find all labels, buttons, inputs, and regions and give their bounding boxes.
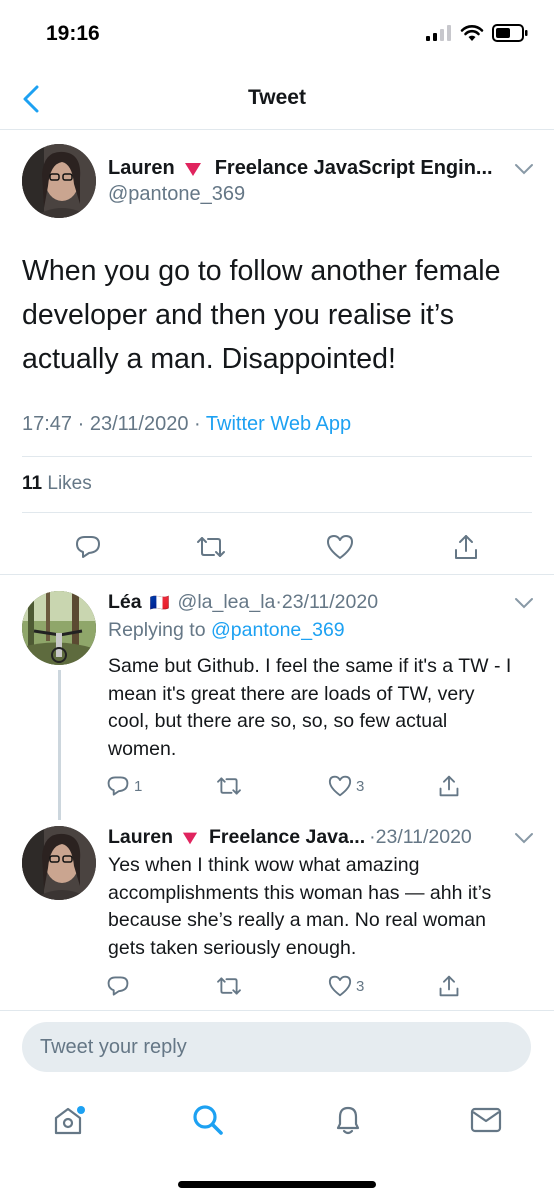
replying-label: Replying to bbox=[108, 619, 206, 641]
reply-avatar[interactable] bbox=[22, 826, 96, 900]
french-flag-icon: 🇫🇷 bbox=[149, 594, 170, 612]
section-divider bbox=[0, 574, 554, 575]
reply-input[interactable] bbox=[40, 1035, 531, 1059]
reply-button[interactable] bbox=[106, 970, 130, 1002]
reply-composer[interactable] bbox=[22, 1022, 531, 1072]
share-icon bbox=[455, 535, 477, 559]
envelope-icon bbox=[470, 1107, 502, 1133]
bell-icon bbox=[336, 1106, 360, 1135]
heart-icon bbox=[328, 975, 352, 997]
tab-home[interactable] bbox=[48, 1100, 88, 1140]
red-triangle-icon bbox=[182, 832, 198, 844]
author-name: Lauren bbox=[108, 157, 175, 179]
share-button[interactable] bbox=[446, 527, 486, 567]
like-count: 3 bbox=[356, 977, 365, 995]
tab-search[interactable] bbox=[188, 1100, 228, 1140]
section-divider bbox=[0, 1010, 554, 1011]
reply-actions: 3 bbox=[100, 970, 490, 1002]
share-icon bbox=[439, 775, 459, 797]
reply-icon bbox=[76, 536, 100, 558]
like-button[interactable]: 3 bbox=[328, 970, 364, 1002]
battery-icon bbox=[492, 24, 528, 42]
author-avatar[interactable] bbox=[22, 144, 96, 218]
retweet-button[interactable] bbox=[216, 970, 242, 1002]
tweet-time: 17:47 bbox=[22, 413, 73, 435]
likes-label: Likes bbox=[47, 473, 92, 494]
tweet-text: When you go to follow another female dev… bbox=[22, 255, 501, 375]
like-button[interactable]: 3 bbox=[328, 770, 364, 802]
tab-notifications[interactable] bbox=[328, 1100, 368, 1140]
red-triangle-icon bbox=[184, 162, 201, 176]
tweet-source[interactable]: Twitter Web App bbox=[206, 413, 351, 435]
reply-date: 23/11/2020 bbox=[281, 591, 379, 613]
tab-bar bbox=[0, 1090, 554, 1150]
thread-line bbox=[58, 670, 61, 820]
tweet-meta: 17:47 · 23/11/2020 · Twitter Web App bbox=[22, 413, 352, 435]
author-bio: Freelance JavaScript Engin... bbox=[214, 157, 493, 179]
home-indicator bbox=[178, 1181, 376, 1188]
divider bbox=[22, 456, 532, 457]
reply-button[interactable]: 1 bbox=[106, 770, 142, 802]
reply-author-name[interactable]: Lauren bbox=[108, 826, 173, 849]
divider bbox=[22, 512, 532, 513]
nav-bar: Tweet bbox=[0, 68, 554, 130]
likes-line[interactable]: 11 Likes bbox=[22, 473, 92, 495]
status-bar: 19:16 bbox=[0, 0, 554, 68]
share-button[interactable] bbox=[438, 770, 460, 802]
tab-messages[interactable] bbox=[466, 1100, 506, 1140]
reply-icon bbox=[107, 776, 129, 796]
signal-icon bbox=[426, 25, 451, 41]
tweet-actions bbox=[0, 527, 554, 567]
reply-header: Lauren Freelance Java... · 23/11/2020 bbox=[108, 826, 472, 849]
heart-icon bbox=[328, 775, 352, 797]
reply-author-bio: Freelance Java... bbox=[209, 826, 366, 848]
status-time: 19:16 bbox=[46, 22, 100, 45]
like-button[interactable] bbox=[320, 527, 360, 567]
chevron-down-icon[interactable] bbox=[514, 832, 534, 844]
retweet-icon bbox=[217, 777, 241, 795]
reply-text: Same but Github. I feel the same if it's… bbox=[108, 655, 512, 760]
page-title: Tweet bbox=[248, 86, 306, 109]
reply-header: Léa 🇫🇷 @la_lea_la · 23/11/2020 bbox=[108, 591, 379, 614]
likes-count: 11 bbox=[22, 473, 43, 494]
author-line[interactable]: Lauren Freelance JavaScript Engin... bbox=[108, 157, 514, 180]
status-icons bbox=[426, 24, 528, 42]
retweet-icon bbox=[197, 537, 225, 557]
reply-count: 1 bbox=[134, 777, 143, 795]
heart-icon bbox=[327, 535, 353, 559]
retweet-button[interactable] bbox=[191, 527, 231, 567]
chevron-down-icon[interactable] bbox=[514, 163, 534, 175]
reply-button[interactable] bbox=[68, 527, 108, 567]
reply-avatar[interactable] bbox=[22, 591, 96, 665]
reply-actions: 1 3 bbox=[100, 770, 490, 802]
reply-text: Yes when I think wow what amazing accomp… bbox=[108, 854, 492, 959]
tweet-date: 23/11/2020 bbox=[89, 413, 189, 435]
reply-handle[interactable]: @la_lea_la bbox=[178, 591, 276, 614]
wifi-icon bbox=[460, 25, 484, 41]
share-button[interactable] bbox=[438, 970, 460, 1002]
author-handle[interactable]: @pantone_369 bbox=[108, 183, 245, 206]
home-icon bbox=[54, 1106, 85, 1135]
reply-date: 23/11/2020 bbox=[375, 826, 472, 848]
replying-mention[interactable]: @pantone_369 bbox=[211, 619, 345, 641]
chevron-down-icon[interactable] bbox=[514, 597, 534, 609]
reply-icon bbox=[107, 976, 129, 996]
reply-author-name[interactable]: Léa bbox=[108, 591, 142, 614]
retweet-icon bbox=[217, 977, 241, 995]
like-count: 3 bbox=[356, 777, 365, 795]
replying-to: Replying to @pantone_369 bbox=[108, 619, 345, 642]
retweet-button[interactable] bbox=[216, 770, 242, 802]
share-icon bbox=[439, 975, 459, 997]
search-icon bbox=[193, 1105, 223, 1135]
